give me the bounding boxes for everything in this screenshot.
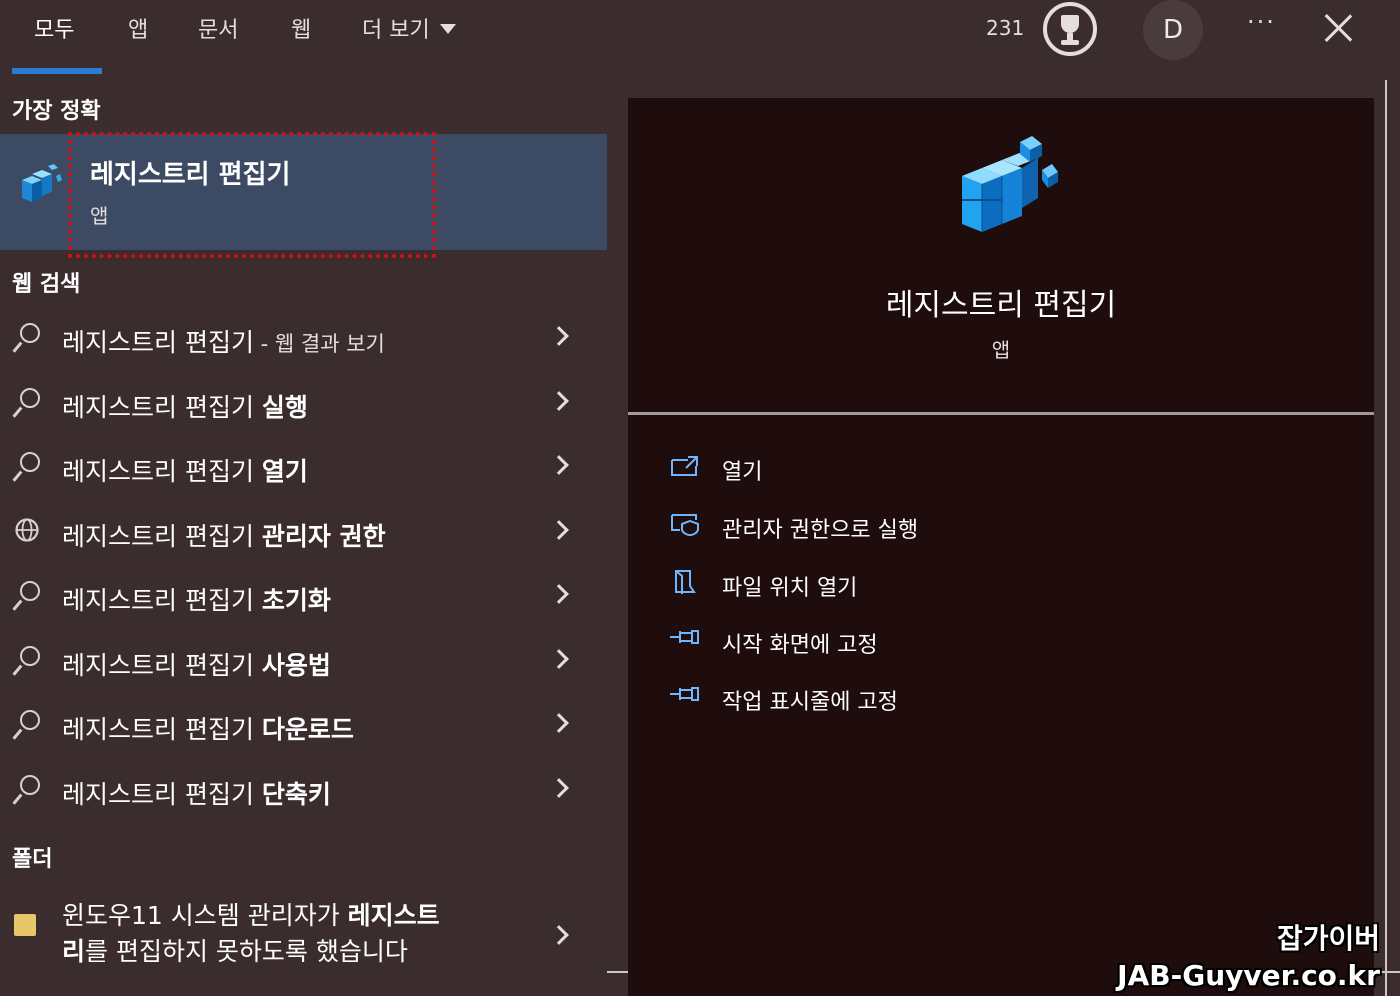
action-label: 작업 표시줄에 고정 [722, 690, 898, 715]
action-label: 파일 위치 열기 [722, 576, 858, 601]
pin-icon [670, 687, 699, 701]
chevron-right-icon[interactable] [549, 925, 569, 945]
web-result-label: 레지스트리 편집기 사용법 [62, 651, 331, 680]
chevron-right-icon[interactable] [549, 584, 569, 604]
highlight-annotation-box [68, 132, 436, 258]
rewards-points: 231 [986, 16, 1025, 40]
open-icon [671, 456, 698, 476]
web-result-row[interactable]: 레지스트리 편집기 다운로드 [0, 696, 607, 756]
action-pin-taskbar[interactable]: 작업 표시줄에 고정 [668, 678, 1268, 718]
web-result-row[interactable]: 레지스트리 편집기 열기 [0, 438, 607, 498]
active-tab-indicator [12, 68, 102, 74]
avatar[interactable]: D [1143, 0, 1203, 60]
web-result-label: 레지스트리 편집기 다운로드 [62, 715, 354, 744]
best-match-header: 가장 정확 [12, 99, 101, 124]
search-icon [12, 323, 40, 353]
web-result-row[interactable]: 레지스트리 편집기 사용법 [0, 632, 607, 692]
tab-more-label: 더 보기 [362, 18, 430, 43]
chevron-down-icon [439, 24, 456, 34]
action-open-file-location[interactable]: 파일 위치 열기 [668, 564, 1268, 604]
web-result-row[interactable]: 레지스트리 편집기 초기화 [0, 567, 607, 627]
action-run-as-admin[interactable]: 관리자 권한으로 실행 [668, 506, 1268, 546]
search-icon [12, 581, 40, 611]
shield-icon [671, 514, 699, 536]
pin-icon [670, 630, 699, 644]
chevron-right-icon[interactable] [549, 455, 569, 475]
frame-line-right [1385, 0, 1387, 996]
folder-icon [14, 914, 36, 936]
registry-editor-icon [962, 136, 1058, 232]
action-label: 시작 화면에 고정 [722, 633, 878, 658]
tab-web[interactable]: 웹 [291, 12, 311, 44]
web-result-label: 레지스트리 편집기 단축키 [62, 780, 331, 809]
folder-result-label: 윈도우11 시스템 관리자가 레지스트 리를 편집하지 못하도록 했습니다 [62, 901, 440, 966]
divider [628, 412, 1374, 415]
web-result-label: 레지스트리 편집기 관리자 권한 [62, 522, 386, 551]
web-result-label: 레지스트리 편집기 열기 [62, 457, 308, 486]
chevron-right-icon[interactable] [549, 778, 569, 798]
folder-header: 폴더 [12, 847, 53, 872]
search-top-bar: 모두 앱 문서 웹 더 보기 231 D ··· [0, 0, 1400, 80]
chevron-right-icon[interactable] [549, 520, 569, 540]
action-open[interactable]: 열기 [668, 448, 1268, 488]
preview-pane: 레지스트리 편집기 앱 열기 관리자 권한으로 실행 파일 위치 열기 시작 화… [628, 98, 1374, 996]
tab-apps[interactable]: 앱 [128, 12, 148, 44]
web-result-row[interactable]: 레지스트리 편집기 단축키 [0, 761, 607, 821]
web-result-label: 레지스트리 편집기 - 웹 결과 보기 [62, 328, 385, 357]
tab-documents[interactable]: 문서 [198, 12, 238, 44]
file-location-icon [675, 570, 696, 594]
tab-more[interactable]: 더 보기 [362, 12, 456, 44]
preview-title: 레지스트리 편집기 [885, 288, 1117, 323]
chevron-right-icon[interactable] [549, 391, 569, 411]
more-options-button[interactable]: ··· [1247, 8, 1276, 36]
registry-editor-icon [22, 164, 62, 202]
watermark-line2: JAB-Guyver.co.kr [1117, 959, 1380, 992]
watermark: 잡가이버 JAB-Guyver.co.kr [1117, 922, 1380, 996]
watermark-line1: 잡가이버 [1276, 922, 1380, 955]
chevron-right-icon[interactable] [549, 326, 569, 346]
search-icon [12, 452, 40, 482]
web-result-row[interactable]: 레지스트리 편집기 - 웹 결과 보기 [0, 309, 607, 369]
web-result-row[interactable]: 레지스트리 편집기 관리자 권한 [0, 503, 607, 563]
tab-all[interactable]: 모두 [34, 12, 74, 44]
close-icon[interactable] [1322, 12, 1354, 44]
search-icon [12, 388, 40, 418]
action-label: 관리자 권한으로 실행 [722, 518, 919, 543]
chevron-right-icon[interactable] [549, 713, 569, 733]
preview-subtitle: 앱 [991, 338, 1011, 362]
trophy-icon[interactable] [1043, 2, 1097, 56]
web-result-label: 레지스트리 편집기 실행 [62, 393, 308, 422]
web-search-header: 웹 검색 [12, 272, 81, 297]
action-label: 열기 [722, 460, 763, 485]
folder-result-row[interactable]: 윈도우11 시스템 관리자가 레지스트 리를 편집하지 못하도록 했습니다 [0, 898, 607, 976]
search-icon [12, 775, 40, 805]
results-pane: 가장 정확 레지스트리 편집기 앱 웹 검색 레지스트리 편집기 - 웹 결과 … [0, 80, 607, 996]
chevron-right-icon[interactable] [549, 649, 569, 669]
web-result-label: 레지스트리 편집기 초기화 [62, 586, 331, 615]
action-pin-start[interactable]: 시작 화면에 고정 [668, 621, 1268, 661]
search-icon [12, 710, 40, 740]
globe-icon [15, 518, 39, 542]
search-icon [12, 646, 40, 676]
web-result-row[interactable]: 레지스트리 편집기 실행 [0, 374, 607, 434]
